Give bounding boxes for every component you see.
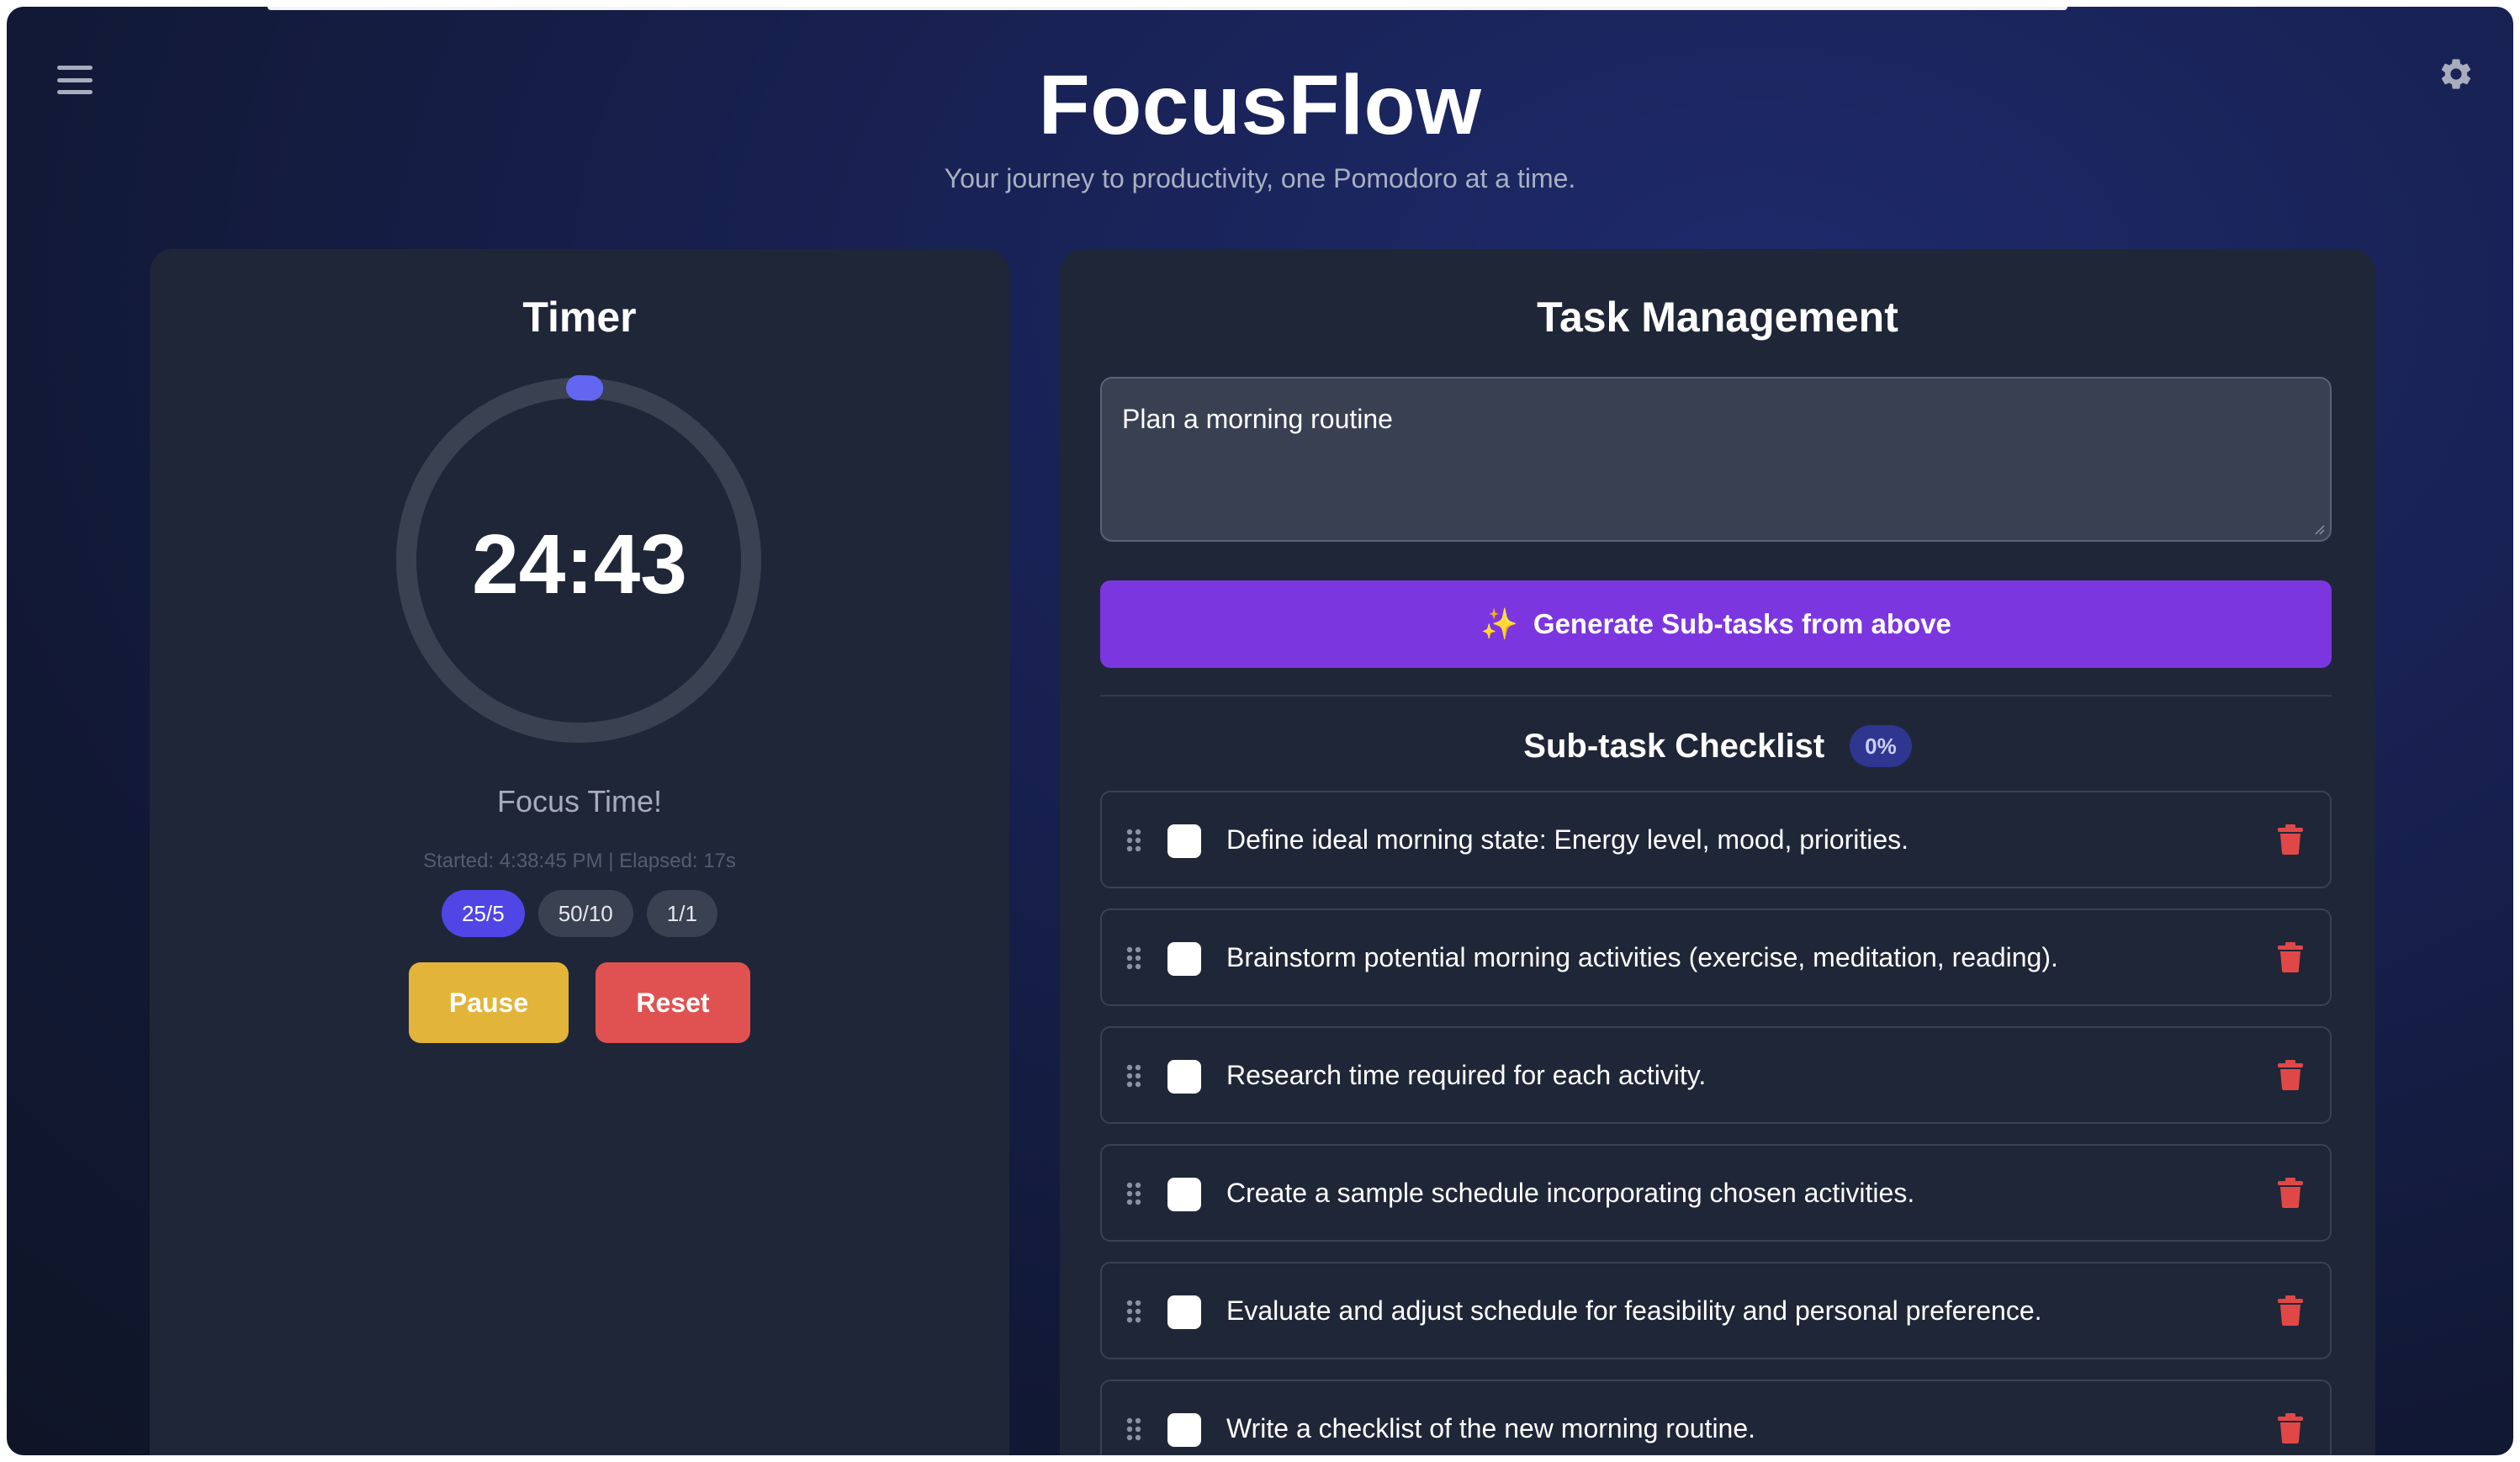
subtask-checkbox[interactable] [1167,824,1201,858]
preset-group: 25/5 50/10 1/1 [150,890,1009,937]
subtask-item: Create a sample schedule incorporating c… [1100,1144,2332,1242]
timer-actions: Pause Reset [150,962,1009,1043]
divider [1100,695,2332,697]
subtask-item: Brainstorm potential morning activities … [1100,908,2332,1006]
subtask-item: Write a checklist of the new morning rou… [1100,1380,2332,1455]
drag-handle-icon[interactable] [1125,828,1142,853]
app-window: FocusFlow Your journey to productivity, … [7,7,2513,1455]
checklist-title: Sub-task Checklist [1523,727,1825,765]
subtask-checkbox[interactable] [1167,1060,1201,1094]
timer-title: Timer [522,294,637,341]
timer-session-info: Started: 4:38:45 PM | Elapsed: 17s [423,850,736,872]
timer-readout: 24:43 [472,517,687,612]
subtask-text: Brainstorm potential morning activities … [1226,941,2058,972]
trash-icon[interactable] [2278,824,2303,855]
timer-mode-label: Focus Time! [496,784,663,818]
subtask-checkbox[interactable] [1167,1178,1201,1211]
window-top-edge [267,7,2067,10]
app-title: FocusFlow [1038,58,1482,152]
drag-handle-icon[interactable] [1125,1181,1142,1206]
preset-50-10[interactable]: 50/10 [537,890,633,937]
task-panel-title: Task Management [1537,294,1898,341]
drag-handle-icon[interactable] [1125,1417,1142,1442]
subtask-item: Evaluate and adjust schedule for feasibi… [1100,1262,2332,1359]
subtask-text: Create a sample schedule incorporating c… [1226,1177,1915,1208]
subtask-text: Evaluate and adjust schedule for feasibi… [1226,1295,2042,1326]
app-subtitle: Your journey to productivity, one Pomodo… [944,163,1576,193]
subtask-checkbox[interactable] [1167,1413,1201,1447]
subtask-text: Define ideal morning state: Energy level… [1226,824,1909,855]
drag-handle-icon[interactable] [1125,1063,1142,1089]
resize-grip-icon[interactable] [2313,523,2325,535]
subtask-item: Research time required for each activity… [1100,1026,2332,1124]
subtask-list: Define ideal morning state: Energy level… [1100,791,2332,1455]
reset-button[interactable]: Reset [596,962,750,1043]
preset-25-5[interactable]: 25/5 [442,890,525,937]
task-input-value: Plan a morning routine [1122,404,1393,434]
drag-handle-icon[interactable] [1125,1299,1142,1324]
drag-handle-icon[interactable] [1125,946,1142,971]
generate-subtasks-button[interactable]: ✨ Generate Sub-tasks from above [1100,580,2332,668]
trash-icon[interactable] [2278,1060,2303,1090]
preset-1-1[interactable]: 1/1 [646,890,717,937]
sparkles-icon: ✨ [1480,607,1518,641]
trash-icon[interactable] [2278,1295,2303,1326]
subtask-item: Define ideal morning state: Energy level… [1100,791,2332,888]
trash-icon[interactable] [2278,1413,2303,1443]
task-panel: Task Management Plan a morning routine ✨… [1060,249,2375,1455]
timer-panel: Timer 24:43 Focus Time! Started: 4:38:45… [150,249,1009,1455]
subtask-text: Research time required for each activity… [1226,1059,1707,1090]
task-input[interactable]: Plan a morning routine [1100,377,2332,542]
subtask-checkbox[interactable] [1167,1295,1201,1329]
subtask-checkbox[interactable] [1167,942,1201,976]
subtask-text: Write a checklist of the new morning rou… [1226,1412,1756,1443]
generate-subtasks-label: Generate Sub-tasks from above [1533,608,1951,639]
trash-icon[interactable] [2278,1178,2303,1208]
checklist-progress-badge: 0% [1850,725,1912,767]
checklist-header: Sub-task Checklist 0% [1060,725,2375,767]
trash-icon[interactable] [2278,942,2303,972]
pause-button[interactable]: Pause [409,962,569,1043]
